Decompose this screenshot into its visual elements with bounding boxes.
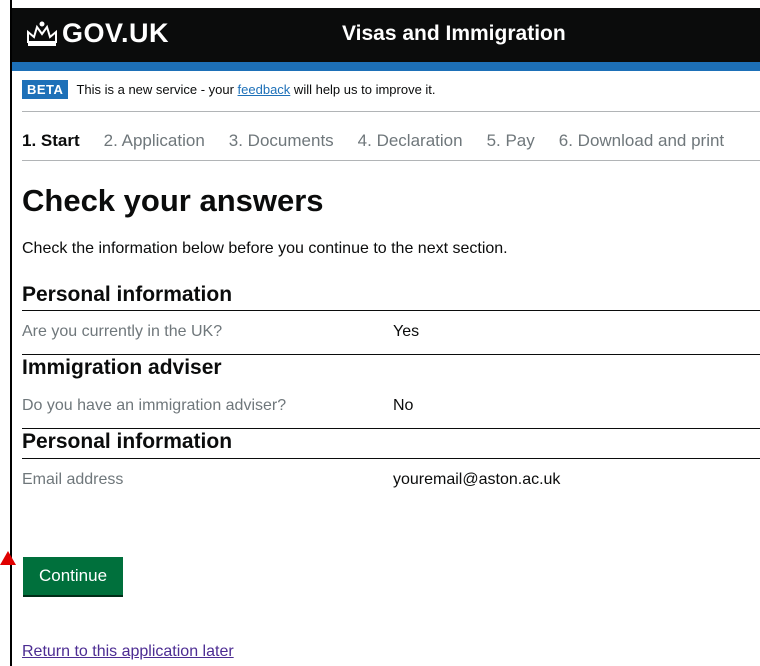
answer-value: No — [393, 397, 414, 414]
govuk-logo-text[interactable]: GOV.UK — [62, 18, 169, 49]
govuk-header: GOV.UK Visas and Immigration — [12, 8, 760, 62]
answer-key: Are you currently in the UK? — [22, 323, 223, 340]
divider — [22, 111, 760, 112]
intro-text: Check the information below before you c… — [22, 240, 508, 257]
section-rule — [22, 354, 760, 355]
step-start: 1. Start — [22, 131, 80, 150]
phase-banner: BETA This is a new service - your feedba… — [22, 80, 436, 99]
page-title: Check your answers — [22, 183, 324, 218]
step-declaration: 4. Declaration — [357, 131, 463, 150]
section-rule — [22, 428, 760, 429]
answer-key: Email address — [22, 471, 124, 488]
progress-steps: 1. Start 2. Application 3. Documents 4. … — [22, 131, 748, 151]
step-application: 2. Application — [103, 131, 205, 150]
beta-text-after: will help us to improve it. — [290, 82, 436, 97]
beta-tag: BETA — [22, 80, 69, 99]
answer-value: Yes — [393, 323, 420, 340]
section-heading-personal-2: Personal information — [22, 430, 233, 453]
section-heading-adviser: Immigration adviser — [22, 356, 222, 379]
return-later-link[interactable]: Return to this application later — [22, 643, 234, 661]
step-download-print: 6. Download and print — [558, 131, 725, 150]
divider — [22, 160, 760, 161]
header-blue-bar — [12, 62, 760, 71]
crown-icon — [27, 21, 57, 46]
step-pay: 5. Pay — [486, 131, 535, 150]
section-heading-personal: Personal information — [22, 283, 233, 306]
step-documents: 3. Documents — [228, 131, 334, 150]
answer-value: youremail@aston.ac.uk — [393, 471, 561, 488]
service-name[interactable]: Visas and Immigration — [342, 22, 566, 46]
annotation-arrow-icon — [0, 551, 16, 565]
continue-button[interactable]: Continue — [23, 557, 123, 595]
page-left-border — [10, 0, 12, 666]
section-rule — [22, 310, 760, 311]
beta-text-before: This is a new service - your — [76, 82, 238, 97]
section-rule — [22, 458, 760, 459]
feedback-link[interactable]: feedback — [238, 82, 291, 97]
answer-key: Do you have an immigration adviser? — [22, 397, 287, 414]
